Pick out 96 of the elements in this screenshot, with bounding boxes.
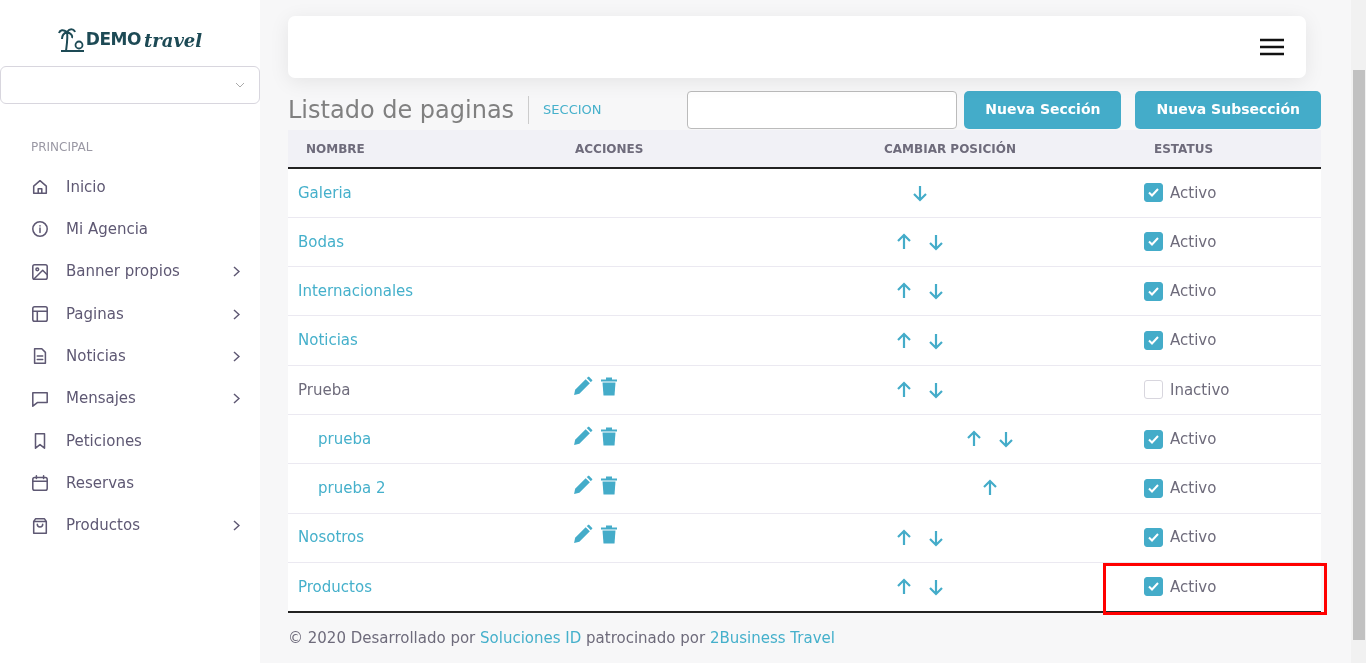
checkbox[interactable] — [1144, 528, 1163, 548]
sidebar-item[interactable]: Banner propios — [0, 250, 260, 293]
status-label: Activo — [1170, 528, 1217, 547]
checkbox[interactable] — [1144, 478, 1163, 498]
palm-logo-icon — [57, 27, 86, 53]
brand-name: DEMO — [85, 28, 141, 52]
arrow-down-icon[interactable] — [927, 577, 945, 596]
pencil-icon[interactable] — [572, 474, 593, 496]
status-label: Activo — [1170, 183, 1217, 202]
arrow-up-icon[interactable] — [895, 528, 913, 547]
arrow-down-icon[interactable] — [927, 282, 945, 301]
chat-icon — [31, 389, 49, 408]
check-icon — [1148, 286, 1159, 296]
sidebar-item[interactable]: Mensajes — [0, 377, 260, 420]
footer-link[interactable]: Soluciones ID — [480, 628, 582, 647]
arrow-down-icon[interactable] — [911, 183, 929, 202]
status-label: Inactivo — [1170, 380, 1230, 399]
page-link[interactable]: Galeria — [298, 183, 352, 202]
trash-icon[interactable] — [601, 475, 617, 495]
chevron-down-icon — [235, 82, 245, 88]
arrow-up-icon[interactable] — [895, 331, 913, 350]
column-header: ESTATUS — [1154, 141, 1214, 156]
status-label: Activo — [1170, 282, 1217, 300]
footer-link[interactable]: 2Business Travel — [709, 628, 835, 647]
arrow-up-icon[interactable] — [895, 380, 913, 399]
pencil-icon[interactable] — [572, 376, 593, 398]
trash-icon[interactable] — [601, 377, 617, 397]
arrow-up-icon[interactable] — [895, 282, 913, 301]
page-title: Listado de paginas — [288, 94, 515, 126]
checkbox[interactable] — [1144, 232, 1163, 252]
column-header: CAMBIAR POSICIÓN — [884, 141, 1016, 156]
image-icon — [31, 262, 49, 281]
check-icon — [1148, 237, 1159, 247]
arrow-down-icon[interactable] — [927, 528, 945, 547]
page-link[interactable]: Bodas — [298, 232, 344, 251]
layout-icon — [31, 305, 49, 324]
scrollbar[interactable] — [1351, 0, 1366, 663]
footer-text: © 2020 Desarrollado por Soluciones ID patrocinado por 2Business Travel — [288, 627, 836, 649]
check-icon — [1148, 188, 1159, 198]
arrow-up-icon[interactable] — [895, 232, 913, 251]
home-icon — [31, 178, 49, 197]
check-icon — [1148, 533, 1159, 543]
info-icon — [31, 220, 49, 239]
arrow-down-icon[interactable] — [927, 232, 945, 251]
checkbox[interactable] — [1144, 183, 1163, 203]
check-icon — [1148, 336, 1159, 346]
sidebar-item[interactable]: Peticiones — [0, 419, 260, 463]
column-header: ACCIONES — [575, 141, 644, 156]
search-field[interactable] — [687, 90, 958, 129]
sidebar-item[interactable]: Reservas — [0, 462, 260, 505]
status-label: Activo — [1170, 331, 1217, 350]
sidebar-item[interactable]: Mi Agencia — [0, 208, 260, 251]
sidebar-item[interactable]: Productos — [0, 504, 260, 547]
breadcrumb-link[interactable]: SECCION — [528, 95, 602, 124]
page-link[interactable]: Noticias — [298, 331, 358, 350]
arrow-up-icon[interactable] — [981, 479, 999, 498]
page-link[interactable]: Nosotros — [298, 528, 365, 547]
arrow-down-icon[interactable] — [927, 331, 945, 350]
checkbox[interactable] — [1144, 281, 1163, 301]
status-label: Activo — [1170, 232, 1217, 251]
arrow-down-icon[interactable] — [927, 380, 945, 399]
page-name: Prueba — [298, 380, 351, 399]
brand-name-script: travel — [143, 28, 203, 53]
sidebar-item[interactable]: Noticias — [0, 335, 260, 378]
check-icon — [1148, 582, 1159, 592]
document-icon — [31, 347, 49, 366]
arrow-up-icon[interactable] — [965, 430, 983, 449]
page-link[interactable]: Internacionales — [298, 282, 414, 300]
trash-icon[interactable] — [601, 525, 617, 545]
sidebar-item[interactable]: Paginas — [0, 292, 260, 336]
sidebar-item[interactable]: Inicio — [0, 166, 260, 209]
menu-icon[interactable] — [1260, 38, 1284, 56]
calendar-icon — [31, 474, 49, 493]
column-header: NOMBRE — [306, 141, 365, 156]
arrow-up-icon[interactable] — [895, 577, 913, 596]
section-label: PRINCIPAL — [30, 139, 94, 156]
check-icon — [1148, 434, 1159, 444]
status-label: Activo — [1170, 479, 1217, 498]
trash-icon[interactable] — [601, 426, 617, 446]
checkbox[interactable] — [1144, 429, 1163, 449]
pencil-icon[interactable] — [572, 425, 593, 447]
agency-select[interactable] — [0, 66, 260, 104]
new-section-button[interactable]: Nueva Sección — [964, 90, 1122, 129]
checkbox[interactable] — [1144, 380, 1163, 400]
checkbox[interactable] — [1144, 577, 1163, 597]
arrow-down-icon[interactable] — [997, 430, 1015, 449]
page-link[interactable]: prueba — [318, 429, 372, 448]
page-link[interactable]: prueba 2 — [318, 479, 386, 498]
page-link[interactable]: Productos — [298, 577, 372, 596]
bag-icon — [31, 516, 49, 535]
new-subsection-button[interactable]: Nueva Subsección — [1135, 90, 1321, 129]
check-icon — [1148, 483, 1159, 493]
status-label: Activo — [1170, 577, 1217, 596]
pencil-icon[interactable] — [572, 524, 593, 546]
status-label: Activo — [1170, 429, 1217, 448]
checkbox[interactable] — [1144, 331, 1163, 351]
